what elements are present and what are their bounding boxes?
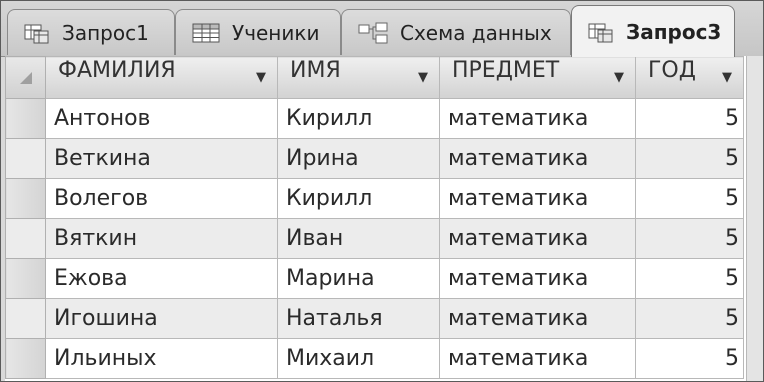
row-selector[interactable] [5,178,46,219]
cell-year[interactable]: 5 [635,98,744,139]
tab-label: Запрос3 [626,19,722,44]
cell-year[interactable]: 5 [635,218,744,259]
select-all-corner[interactable] [5,56,46,99]
cell-surname[interactable]: Антонов [45,98,278,139]
table-row: Вяткин Иван математика 5 [5,218,744,259]
cell-surname[interactable]: Волегов [45,178,278,219]
table-row: Волегов Кирилл математика 5 [5,178,744,219]
row-selector[interactable] [5,338,46,379]
cell-subject[interactable]: математика [439,258,636,299]
row-selector[interactable] [5,258,46,299]
row-selector[interactable] [5,298,46,339]
cell-year[interactable]: 5 [635,338,744,379]
table-row: Антонов Кирилл математика 5 [5,98,744,139]
row-selector[interactable] [5,98,46,139]
query-icon [588,21,614,43]
column-header-label: ПРЕДМЕТ [452,58,560,83]
cell-year[interactable]: 5 [635,138,744,179]
table-row: Ежова Марина математика 5 [5,258,744,299]
column-header-label: ГОД [648,58,696,83]
cell-name[interactable]: Марина [277,258,440,299]
cell-year[interactable]: 5 [635,298,744,339]
relationships-icon [358,22,388,44]
table-row: Веткина Ирина математика 5 [5,138,744,179]
table-row: Ильиных Михаил математика 5 [5,338,744,379]
cell-subject[interactable]: математика [439,138,636,179]
cell-surname[interactable]: Вяткин [45,218,278,259]
column-header-god[interactable]: ГОД ▼ [635,56,744,99]
cell-subject[interactable]: математика [439,218,636,259]
query-icon [24,22,50,44]
cell-surname[interactable]: Веткина [45,138,278,179]
cell-year[interactable]: 5 [635,258,744,299]
tab-zapros1[interactable]: Запрос1 [7,9,175,55]
cell-subject[interactable]: математика [439,178,636,219]
cell-surname[interactable]: Ежова [45,258,278,299]
tab-ucheniki[interactable]: Ученики [175,9,341,55]
cell-name[interactable]: Кирилл [277,98,440,139]
tab-label: Ученики [232,20,320,45]
dropdown-arrow-icon[interactable]: ▼ [614,58,624,97]
cell-subject[interactable]: математика [439,338,636,379]
tab-label: Схема данных [400,20,552,45]
access-document-window: Запрос1 Ученики Схема данных Запрос3 ФАМ… [0,0,764,382]
table-icon [192,23,220,43]
header-row: ФАМИЛИЯ ▼ ИМЯ ▼ ПРЕДМЕТ ▼ ГОД ▼ [5,56,744,99]
query-results-table: ФАМИЛИЯ ▼ ИМЯ ▼ ПРЕДМЕТ ▼ ГОД ▼ Антонов … [5,56,744,379]
dropdown-arrow-icon[interactable]: ▼ [418,58,428,97]
cell-name[interactable]: Михаил [277,338,440,379]
cell-surname[interactable]: Ильиных [45,338,278,379]
cell-year[interactable]: 5 [635,178,744,219]
dropdown-arrow-icon[interactable]: ▼ [722,58,732,97]
document-tab-strip: Запрос1 Ученики Схема данных Запрос3 [1,1,763,57]
datasheet-grid: ФАМИЛИЯ ▼ ИМЯ ▼ ПРЕДМЕТ ▼ ГОД ▼ Антонов … [5,56,763,381]
row-selector[interactable] [5,218,46,259]
column-header-label: ФАМИЛИЯ [58,58,176,83]
tab-zapros3[interactable]: Запрос3 [571,5,735,57]
column-header-predmet[interactable]: ПРЕДМЕТ ▼ [439,56,636,99]
cell-name[interactable]: Иван [277,218,440,259]
column-header-imya[interactable]: ИМЯ ▼ [277,56,440,99]
table-row: Игошина Наталья математика 5 [5,298,744,339]
grid-right-margin [746,56,763,381]
cell-name[interactable]: Кирилл [277,178,440,219]
cell-subject[interactable]: математика [439,98,636,139]
tab-label: Запрос1 [62,20,149,45]
cell-name[interactable]: Ирина [277,138,440,179]
column-header-familiya[interactable]: ФАМИЛИЯ ▼ [45,56,278,99]
cell-surname[interactable]: Игошина [45,298,278,339]
dropdown-arrow-icon[interactable]: ▼ [256,58,266,97]
column-header-label: ИМЯ [290,58,341,83]
tab-skhema-dannykh[interactable]: Схема данных [341,9,571,55]
row-selector[interactable] [5,138,46,179]
cell-name[interactable]: Наталья [277,298,440,339]
cell-subject[interactable]: математика [439,298,636,339]
